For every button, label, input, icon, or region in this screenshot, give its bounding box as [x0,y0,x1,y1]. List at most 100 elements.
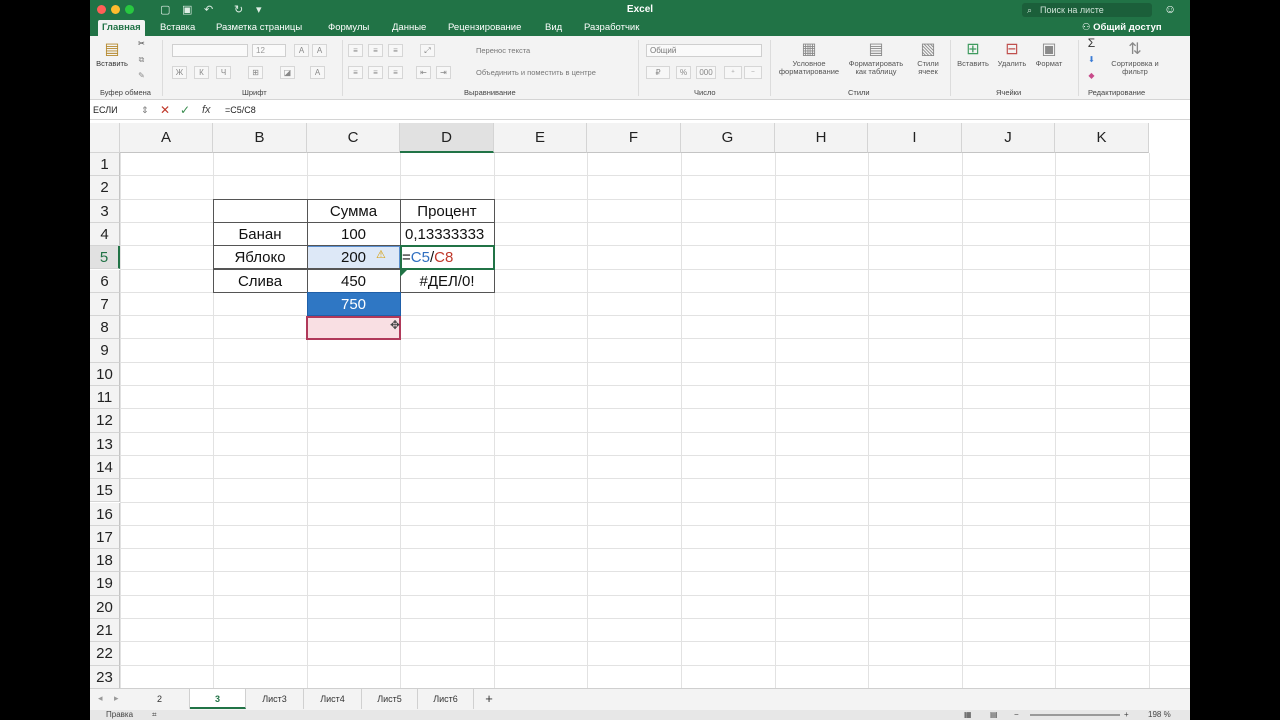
paste-button[interactable]: ▤ Вставить [94,40,130,68]
increase-decimal-icon[interactable]: ⁺ [724,66,742,79]
underline-button[interactable]: Ч [216,66,231,79]
cell-b6[interactable]: Слива [213,270,307,293]
merge-center-button[interactable]: Объединить и поместить в центре [476,68,596,77]
sheet-tab-list3[interactable]: Лист3 [246,689,304,709]
currency-icon[interactable]: ₽ [646,66,670,79]
select-all-corner[interactable] [90,123,120,153]
enter-icon[interactable]: ✓ [180,102,190,118]
normal-view-icon[interactable]: ▦ [964,710,972,720]
macro-record-icon[interactable]: ⌗ [152,710,157,720]
row-header-11[interactable]: 11 [90,386,120,410]
cell-c8-reference[interactable] [306,316,401,341]
increase-indent-icon[interactable]: ⇥ [436,66,451,79]
font-name-dropdown[interactable] [172,44,248,57]
tab-formulas[interactable]: Формулы [324,20,373,36]
undo-icon[interactable]: ↶ [204,3,213,16]
row-header-19[interactable]: 19 [90,572,120,596]
orientation-icon[interactable]: ⤢ [420,44,435,57]
formula-input[interactable]: =C5/C8 [225,103,256,117]
column-header-a[interactable]: A [120,123,213,153]
cut-icon[interactable]: ✂ [134,38,149,51]
decrease-indent-icon[interactable]: ⇤ [416,66,431,79]
column-header-b[interactable]: B [213,123,307,153]
format-cells-button[interactable]: ▣ Формат [1032,40,1066,68]
align-right-icon[interactable]: ≡ [388,66,403,79]
column-header-i[interactable]: I [868,123,962,153]
row-header-2[interactable]: 2 [90,176,120,200]
row-header-16[interactable]: 16 [90,502,120,526]
row-header-12[interactable]: 12 [90,409,120,433]
cell-styles-button[interactable]: ▧ Стили ячеек [910,40,946,76]
row-header-4[interactable]: 4 [90,222,120,247]
next-sheet-icon[interactable]: ▸ [114,693,119,704]
decrease-decimal-icon[interactable]: ⁻ [744,66,762,79]
cell-c3[interactable]: Сумма [307,200,400,223]
column-header-j[interactable]: J [962,123,1055,153]
row-header-10[interactable]: 10 [90,362,120,386]
conditional-formatting-button[interactable]: ▦ Условное форматирование [774,40,844,76]
insert-cells-button[interactable]: ⊞ Вставить [954,40,992,68]
delete-cells-button[interactable]: ⊟ Удалить [994,40,1030,68]
row-header-5[interactable]: 5 [90,246,120,270]
font-size-dropdown[interactable]: 12 [252,44,286,57]
row-header-7[interactable]: 7 [90,292,120,317]
italic-button[interactable]: К [194,66,209,79]
tab-developer[interactable]: Разработчик [580,20,643,36]
share-button[interactable]: ⚇ Общий доступ [1082,20,1162,36]
align-middle-icon[interactable]: ≡ [368,44,383,57]
align-left-icon[interactable]: ≡ [348,66,363,79]
row-header-14[interactable]: 14 [90,455,120,480]
format-painter-icon[interactable]: ✎ [134,70,149,83]
cell-c6[interactable]: 450 [307,270,400,293]
row-header-6[interactable]: 6 [90,269,120,293]
fill-icon[interactable]: ⬇ [1084,54,1099,67]
cancel-icon[interactable]: ✕ [160,102,170,118]
prev-sheet-icon[interactable]: ◂ [98,693,103,704]
sheet-tab-3[interactable]: 3 [190,689,246,709]
name-box[interactable]: ЕСЛИ ⇕ [93,103,149,117]
clear-icon[interactable]: ◆ [1084,70,1099,83]
comma-style-icon[interactable]: 000 [696,66,716,79]
column-header-h[interactable]: H [775,123,868,153]
row-header-21[interactable]: 21 [90,619,120,643]
row-header-13[interactable]: 13 [90,432,120,456]
new-file-icon[interactable]: ▢ [160,3,170,16]
tab-data[interactable]: Данные [388,20,430,36]
save-icon[interactable]: ▣ [182,3,192,16]
copy-icon[interactable]: ⧉ [134,54,149,67]
align-top-icon[interactable]: ≡ [348,44,363,57]
cell-b4[interactable]: Банан [213,223,307,246]
cell-d4[interactable]: 0,13333333 [400,223,494,246]
more-icon[interactable]: ▾ [256,3,262,16]
warning-icon[interactable]: ⚠ [376,248,386,261]
wrap-text-button[interactable]: Перенос текста [476,46,530,55]
font-color-icon[interactable]: A [310,66,325,79]
column-header-c[interactable]: C [307,123,400,153]
bold-button[interactable]: Ж [172,66,187,79]
row-header-8[interactable]: 8 [90,316,120,340]
row-header-9[interactable]: 9 [90,339,120,363]
sheet-tab-list6[interactable]: Лист6 [418,689,474,709]
row-header-20[interactable]: 20 [90,595,120,619]
insert-function-icon[interactable]: fx [202,102,211,118]
autosum-icon[interactable]: Σ [1084,37,1099,51]
cell-b5[interactable]: Яблоко [213,246,307,269]
redo-icon[interactable]: ↻ [234,3,243,16]
tab-review[interactable]: Рецензирование [444,20,525,36]
column-header-k[interactable]: K [1055,123,1149,153]
row-header-15[interactable]: 15 [90,479,120,503]
sheet-tab-2[interactable]: 2 [130,689,190,709]
tab-insert[interactable]: Вставка [156,20,199,36]
zoom-slider[interactable] [1030,714,1120,716]
zoom-in-icon[interactable]: + [1124,710,1129,720]
row-header-23[interactable]: 23 [90,665,120,688]
align-center-icon[interactable]: ≡ [368,66,383,79]
add-sheet-button[interactable]: + [476,689,502,709]
cell-c7[interactable]: 750 [307,293,400,316]
column-header-f[interactable]: F [587,123,681,153]
decrease-font-icon[interactable]: A [312,44,327,57]
percent-icon[interactable]: % [676,66,691,79]
column-header-d[interactable]: D [400,123,494,153]
align-bottom-icon[interactable]: ≡ [388,44,403,57]
search-input[interactable]: ⌕ Поиск на листе [1022,3,1152,17]
